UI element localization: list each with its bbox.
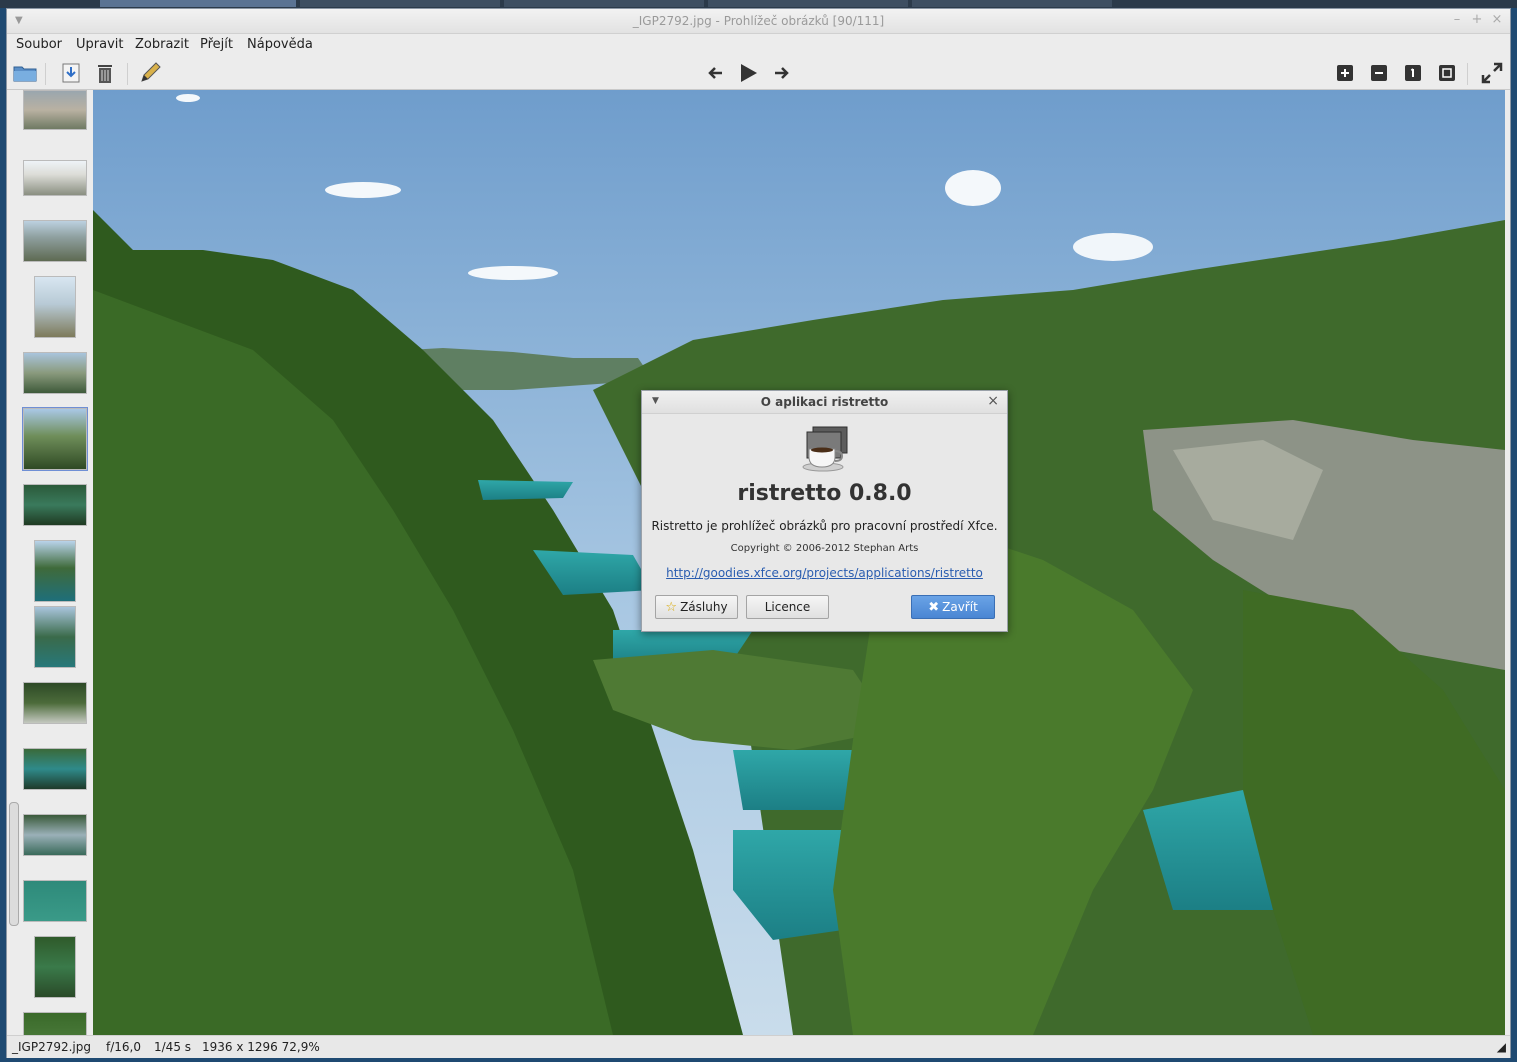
menu-help[interactable]: Nápověda [247, 37, 313, 52]
close-button[interactable]: ✖ Zavřít [911, 595, 995, 619]
toolbar [7, 57, 1510, 90]
menubar: Soubor Upravit Zobrazit Přejít Nápověda [7, 33, 1510, 57]
credits-button[interactable]: ☆ Zásluhy [655, 595, 738, 619]
thumbnail[interactable] [23, 352, 87, 394]
thumbnail[interactable] [23, 90, 87, 130]
maximize-icon[interactable]: + [1470, 13, 1484, 27]
folder-open-icon[interactable] [12, 61, 38, 85]
dialog-close-icon[interactable]: × [987, 393, 999, 409]
trash-icon[interactable] [92, 61, 118, 85]
thumbnail-bar [7, 90, 93, 1035]
dialog-title: O aplikaci ristretto [760, 395, 889, 409]
close-x-icon: ✖ [928, 599, 940, 615]
menu-file[interactable]: Soubor [16, 37, 62, 52]
thumbnail[interactable] [34, 276, 76, 338]
thumbnail[interactable] [23, 160, 87, 196]
app-description: Ristretto je prohlížeč obrázků pro praco… [651, 519, 998, 533]
minimize-icon[interactable]: – [1450, 13, 1464, 27]
arrow-left-icon[interactable] [702, 61, 728, 85]
thumbnail-selected[interactable] [22, 407, 88, 471]
zoom-in-icon[interactable] [1332, 61, 1358, 85]
arrow-right-icon[interactable] [769, 61, 795, 85]
app-website-link[interactable]: http://goodies.xfce.org/projects/applica… [642, 566, 1007, 580]
thumbnail[interactable] [23, 880, 87, 922]
taskbar-task[interactable] [708, 0, 908, 7]
close-button-label: Zavřít [942, 600, 978, 614]
status-exposure: 1/45 s [154, 1040, 192, 1054]
thumbnail[interactable] [23, 1012, 87, 1035]
status-dimensions: 1936 x 1296 72,9% [202, 1040, 320, 1054]
resize-grip-icon[interactable]: ◢ [1497, 1040, 1506, 1055]
taskbar-task[interactable] [300, 0, 500, 7]
dialog-titlebar: ▼ O aplikaci ristretto × [642, 391, 1007, 414]
license-button[interactable]: Licence [746, 595, 829, 619]
thumbnail[interactable] [34, 606, 76, 668]
thumbnail[interactable] [34, 936, 76, 998]
zoom-fit-icon[interactable] [1434, 61, 1460, 85]
about-dialog: ▼ O aplikaci ristretto × ristretto 0.8.0… [641, 390, 1008, 632]
thumbnail[interactable] [23, 220, 87, 262]
ristretto-app-icon [799, 425, 851, 473]
menu-go[interactable]: Přejít [200, 37, 233, 52]
app-name: ristretto 0.8.0 [737, 481, 912, 506]
star-icon: ☆ [665, 599, 678, 615]
taskbar-task-active[interactable] [100, 0, 296, 7]
license-button-label: Licence [764, 600, 811, 614]
thumbnail[interactable] [23, 814, 87, 856]
taskbar [0, 0, 1517, 8]
fullscreen-icon[interactable] [1479, 61, 1505, 85]
app-copyright: Copyright © 2006-2012 Stephan Arts [730, 543, 919, 554]
titlebar: ▼ _IGP2792.jpg - Prohlížeč obrázků [90/1… [7, 9, 1510, 34]
play-icon[interactable] [735, 61, 761, 85]
close-icon[interactable]: × [1490, 13, 1504, 27]
taskbar-task[interactable] [504, 0, 704, 7]
statusbar: _IGP2792.jpg f/16,0 1/45 s 1936 x 1296 7… [7, 1035, 1510, 1058]
credits-button-label: Zásluhy [680, 600, 728, 614]
status-filename: _IGP2792.jpg [12, 1040, 91, 1054]
thumbnail[interactable] [34, 540, 76, 602]
save-icon[interactable] [58, 61, 84, 85]
edit-icon[interactable] [137, 61, 163, 85]
thumbnail[interactable] [23, 682, 87, 724]
thumbnail[interactable] [23, 748, 87, 790]
menu-view[interactable]: Zobrazit [135, 37, 189, 52]
zoom-100-icon[interactable] [1400, 61, 1426, 85]
window-title: _IGP2792.jpg - Prohlížeč obrázků [90/111… [632, 14, 885, 28]
thumbnail-scrollbar[interactable] [9, 802, 19, 926]
taskbar-task[interactable] [912, 0, 1112, 7]
menu-edit[interactable]: Upravit [76, 37, 123, 52]
zoom-out-icon[interactable] [1366, 61, 1392, 85]
status-aperture: f/16,0 [106, 1040, 141, 1054]
thumbnail[interactable] [23, 484, 87, 526]
